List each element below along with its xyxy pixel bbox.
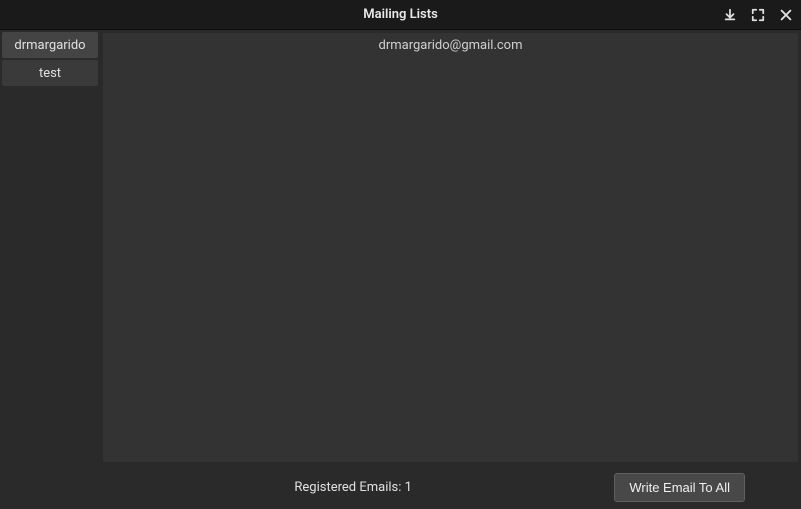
close-button[interactable] (777, 6, 795, 24)
maximize-button[interactable] (749, 6, 767, 24)
main-area: drmargarido@gmail.com Registered Emails:… (100, 30, 801, 509)
sidebar-item-label: drmargarido (14, 38, 85, 53)
email-list-item[interactable]: drmargarido@gmail.com (103, 33, 798, 58)
footer: Registered Emails: 1 Write Email To All (100, 465, 801, 509)
registered-emails-status: Registered Emails: 1 (112, 480, 594, 495)
window-title: Mailing Lists (363, 7, 438, 22)
titlebar-controls (721, 0, 795, 29)
titlebar: Mailing Lists (0, 0, 801, 30)
sidebar-item-drmargarido[interactable]: drmargarido (2, 32, 98, 58)
expand-icon (751, 8, 765, 22)
status-prefix: Registered Emails: (294, 480, 404, 495)
download-icon (723, 8, 737, 22)
sidebar-item-test[interactable]: test (2, 60, 98, 86)
sidebar-item-label: test (39, 66, 61, 81)
close-icon (779, 8, 793, 22)
write-email-to-all-button[interactable]: Write Email To All (614, 473, 745, 502)
email-list: drmargarido@gmail.com (102, 32, 799, 463)
status-count: 1 (405, 480, 412, 495)
minimize-button[interactable] (721, 6, 739, 24)
sidebar: drmargarido test (0, 30, 100, 509)
body-area: drmargarido test drmargarido@gmail.com Re… (0, 30, 801, 509)
